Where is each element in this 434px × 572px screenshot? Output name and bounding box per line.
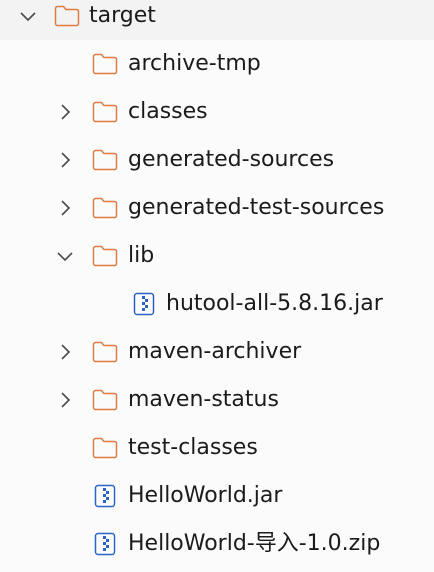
folder-icon bbox=[92, 148, 118, 172]
tree-item-generated-sources[interactable]: generated-sources bbox=[0, 136, 434, 184]
tree-item-label: HelloWorld.jar bbox=[128, 483, 283, 508]
tree-item-label: hutool-all-5.8.16.jar bbox=[166, 291, 383, 316]
tree-item-label: maven-status bbox=[128, 387, 279, 412]
folder-icon bbox=[92, 100, 118, 124]
folder-icon bbox=[92, 340, 118, 364]
tree-item-label: target bbox=[89, 3, 156, 28]
chevron-down-icon[interactable] bbox=[18, 6, 38, 26]
tree-item-label: lib bbox=[128, 243, 155, 268]
tree-item-label: generated-sources bbox=[128, 147, 335, 172]
chevron-right-icon[interactable] bbox=[55, 150, 75, 170]
tree-item-maven-status[interactable]: maven-status bbox=[0, 376, 434, 424]
chevron-right-icon[interactable] bbox=[55, 102, 75, 122]
tree-item-label: classes bbox=[128, 99, 208, 124]
folder-icon bbox=[92, 52, 118, 76]
archive-file-icon bbox=[133, 292, 155, 316]
folder-icon bbox=[92, 436, 118, 460]
folder-icon bbox=[54, 4, 80, 28]
tree-item-test-classes[interactable]: test-classes bbox=[0, 424, 434, 472]
tree-item-helloworld-jar[interactable]: HelloWorld.jar bbox=[0, 472, 434, 520]
tree-item-target[interactable]: target bbox=[0, 0, 434, 40]
chevron-right-icon[interactable] bbox=[55, 342, 75, 362]
tree-item-helloworld-zip[interactable]: HelloWorld-导入-1.0.zip bbox=[0, 520, 434, 568]
tree-item-maven-archiver[interactable]: maven-archiver bbox=[0, 328, 434, 376]
tree-item-label: archive-tmp bbox=[128, 51, 261, 76]
tree-item-label: maven-archiver bbox=[128, 339, 302, 364]
folder-icon bbox=[92, 388, 118, 412]
tree-item-label: test-classes bbox=[128, 435, 258, 460]
tree-item-archive-tmp[interactable]: archive-tmp bbox=[0, 40, 434, 88]
chevron-down-icon[interactable] bbox=[55, 246, 75, 266]
archive-file-icon bbox=[94, 484, 116, 508]
file-tree: target archive-tmp classes generated-sou… bbox=[0, 0, 434, 572]
folder-icon bbox=[92, 244, 118, 268]
chevron-right-icon[interactable] bbox=[55, 198, 75, 218]
folder-icon bbox=[92, 196, 118, 220]
archive-file-icon bbox=[94, 532, 116, 556]
tree-item-label: generated-test-sources bbox=[128, 195, 385, 220]
tree-item-classes[interactable]: classes bbox=[0, 88, 434, 136]
tree-item-hutool-jar[interactable]: hutool-all-5.8.16.jar bbox=[0, 280, 434, 328]
tree-item-label: HelloWorld-导入-1.0.zip bbox=[128, 531, 381, 556]
chevron-right-icon[interactable] bbox=[55, 390, 75, 410]
tree-item-generated-test-sources[interactable]: generated-test-sources bbox=[0, 184, 434, 232]
tree-item-lib[interactable]: lib bbox=[0, 232, 434, 280]
